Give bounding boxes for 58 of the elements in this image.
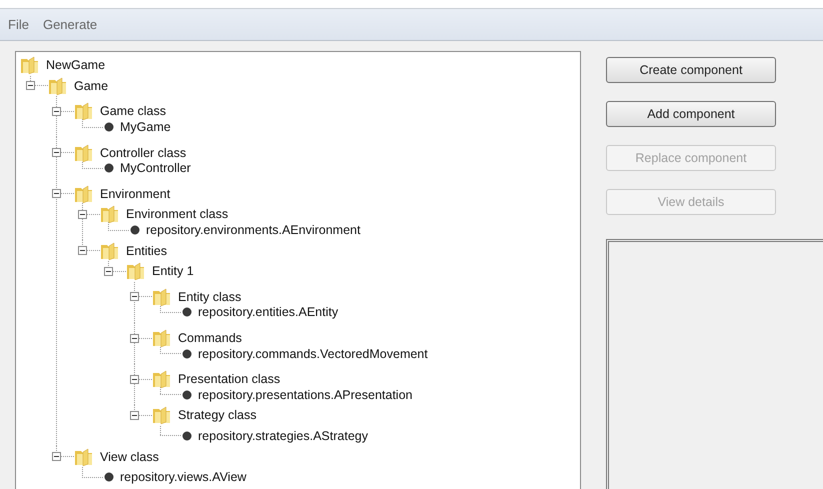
tree-item[interactable]: Entity class [178, 290, 242, 304]
tree-item[interactable]: Environment [100, 186, 170, 201]
collapse-icon[interactable] [130, 410, 139, 420]
collapse-icon[interactable] [130, 292, 139, 302]
collapse-icon[interactable] [78, 210, 87, 219]
tree-item[interactable]: MyGame [120, 120, 171, 134]
tree-item[interactable]: repository.strategies.AStrategy [198, 428, 368, 443]
collapse-icon[interactable] [130, 334, 139, 343]
folder-icon [74, 184, 94, 203]
tree-item[interactable]: Controller class [100, 146, 186, 160]
collapse-icon[interactable] [130, 374, 139, 384]
bullet-icon [104, 163, 114, 174]
bullet-icon [182, 430, 192, 441]
bullet-icon [104, 472, 114, 482]
folder-icon [20, 56, 40, 74]
folder-icon [126, 262, 146, 280]
tree-item[interactable]: Game class [100, 104, 166, 118]
collapse-icon[interactable] [52, 189, 61, 198]
tree-item[interactable]: Strategy class [178, 408, 257, 422]
collapse-icon[interactable] [52, 148, 61, 158]
tree-item[interactable]: MyController [120, 161, 191, 176]
bullet-icon [130, 225, 140, 236]
tree-item[interactable]: Entities [126, 244, 167, 258]
action-button[interactable]: Create component [606, 57, 776, 83]
menu-item[interactable]: Generate [40, 17, 100, 32]
bullet-icon [182, 348, 192, 359]
collapse-icon[interactable] [52, 452, 61, 462]
tree-item[interactable]: View class [100, 450, 159, 464]
action-button[interactable]: Add component [606, 101, 776, 127]
tree-item[interactable]: NewGame [46, 58, 106, 72]
folder-icon [74, 448, 94, 466]
tree-item[interactable]: repository.presentations.APresentation [198, 388, 412, 402]
collapse-icon[interactable] [26, 81, 35, 90]
tree-item[interactable]: Presentation class [178, 372, 280, 386]
folder-icon [152, 329, 172, 348]
folder-icon [74, 144, 94, 162]
tree-item[interactable]: repository.entities.AEntity [198, 305, 338, 320]
folder-icon [152, 288, 172, 306]
collapse-icon[interactable] [78, 246, 87, 256]
folder-icon [152, 406, 172, 424]
bullet-icon [104, 122, 114, 132]
bullet-icon [182, 390, 192, 400]
bullet-icon [182, 307, 192, 318]
collapse-icon[interactable] [52, 106, 61, 116]
folder-icon [48, 76, 68, 95]
tree-item[interactable]: repository.commands.VectoredMovement [198, 346, 428, 361]
tree-item[interactable]: repository.environments.AEnvironment [146, 223, 360, 238]
tree-item[interactable]: Environment class [126, 207, 228, 222]
menu-item[interactable]: File [6, 17, 31, 32]
folder-icon [100, 205, 120, 224]
folder-icon [74, 102, 94, 120]
folder-icon [152, 370, 172, 388]
collapse-icon[interactable] [104, 266, 113, 276]
tree-item[interactable]: Commands [178, 331, 242, 346]
tree-item[interactable]: repository.views.AView [120, 470, 246, 484]
tree-item[interactable]: Game [74, 78, 108, 93]
folder-icon [100, 242, 120, 260]
tree-item[interactable]: Entity 1 [152, 264, 194, 278]
